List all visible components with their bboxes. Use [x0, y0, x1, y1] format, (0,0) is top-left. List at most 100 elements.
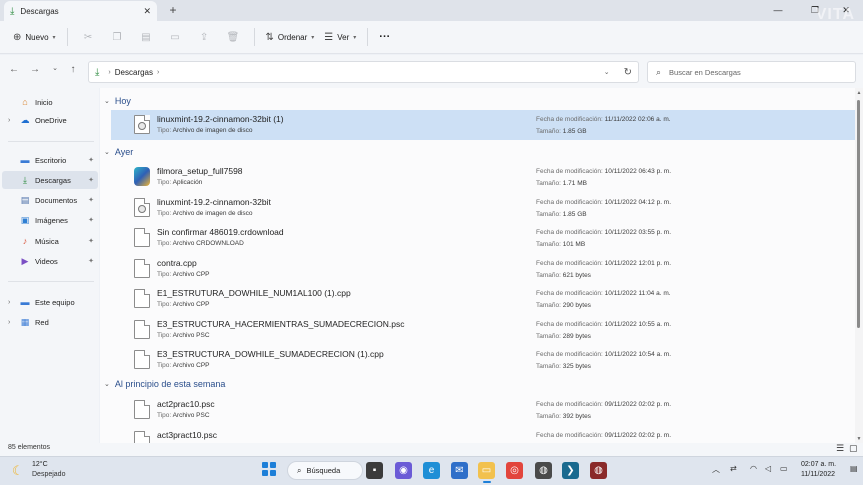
breadcrumb-descargas[interactable]: Descargas	[115, 68, 153, 77]
sidebar-item-label: Documentos	[35, 195, 78, 205]
share-icon[interactable]: ⇪	[190, 32, 219, 43]
moon-weather-icon[interactable]: ☾	[12, 463, 24, 479]
terminal-icon[interactable]: ❯	[562, 462, 579, 479]
group-label: Hoy	[114, 96, 131, 106]
chevron-right-icon[interactable]: ›	[8, 299, 18, 306]
group-header-semana[interactable]: ⌄ Al principio de esta semana	[104, 379, 225, 389]
file-name: linuxmint-19.2-cinnamon-32bit (1)	[157, 114, 284, 124]
file-name: act2prac10.psc	[157, 399, 215, 409]
sidebar-item-descargas[interactable]: ⤓ Descargas ✦	[2, 171, 98, 189]
sidebar-item-label: Videos	[35, 256, 58, 266]
sidebar-item-musica[interactable]: ♪ Música ✦	[2, 232, 98, 250]
notification-icon[interactable]: ▤	[850, 464, 858, 473]
file-row[interactable]: contra.cpp Tipo: Archivo CPP Fecha de mo…	[111, 254, 855, 284]
weather-description[interactable]: Despejado	[32, 471, 65, 478]
chevron-right-icon[interactable]: ›	[8, 319, 18, 326]
mail-icon[interactable]: ✉	[451, 462, 468, 479]
file-name: Sin confirmar 486019.crdownload	[157, 227, 284, 237]
pin-icon: ✦	[88, 258, 94, 265]
file-row[interactable]: E3_ESTRUCTURA_DOWHILE_SUMADECRECION (1).…	[111, 345, 855, 375]
chevron-right-icon[interactable]: ›	[8, 117, 18, 124]
chevron-up-icon[interactable]: ︿	[712, 464, 720, 475]
new-tab-button[interactable]: +	[165, 2, 181, 18]
sidebar-item-este-equipo[interactable]: › ▬ Este equipo	[2, 293, 98, 311]
sidebar-item-inicio[interactable]: ⌂ Inicio	[2, 93, 98, 111]
chat-icon[interactable]: ◉	[395, 462, 412, 479]
file-row[interactable]: act2prac10.psc Tipo: Archivo PSC Fecha d…	[111, 395, 855, 425]
file-row[interactable]: filmora_setup_full7598 Tipo: Aplicación …	[111, 162, 855, 192]
file-date: Fecha de modificación: 10/11/2022 03:55 …	[536, 229, 672, 236]
file-row[interactable]: act3pract10.psc Fecha de modificación: 0…	[111, 426, 855, 443]
cut-icon[interactable]: ✂	[74, 32, 103, 43]
file-size: Tamaño: 1.85 GB	[536, 211, 587, 218]
task-view-icon[interactable]: ▪	[366, 462, 383, 479]
rename-icon[interactable]: ▭	[161, 32, 190, 43]
edge-browser-icon[interactable]: e	[423, 462, 440, 479]
network-tray-icon[interactable]: ⇄	[730, 464, 737, 473]
paste-icon[interactable]: ▤	[132, 32, 161, 43]
recent-chevron-icon[interactable]: ⌄	[46, 64, 64, 80]
chevron-down-icon[interactable]: ⌄	[604, 68, 610, 76]
file-date: Fecha de modificación: 09/11/2022 02:02 …	[536, 401, 672, 408]
tab-close-icon[interactable]: ✕	[143, 6, 151, 17]
computer-icon: ▬	[20, 297, 30, 307]
file-row[interactable]: linuxmint-19.2-cinnamon-32bit (1) Tipo: …	[111, 110, 855, 140]
more-options-button[interactable]: ···	[374, 26, 395, 48]
file-name: E1_ESTRUTURA_DOWHILE_NUM1AL100 (1).cpp	[157, 288, 351, 298]
up-arrow-icon[interactable]: ↑	[64, 64, 82, 80]
wifi-icon[interactable]: ◠	[750, 464, 757, 473]
app-icon[interactable]: ◍	[535, 462, 552, 479]
tab-descargas[interactable]: ⤓ Descargas ✕	[4, 1, 157, 21]
scroll-down-arrow-icon[interactable]: ▼	[855, 436, 863, 442]
clock-date[interactable]: 11/11/2022	[801, 471, 835, 478]
sort-label: Ordenar	[277, 32, 308, 42]
chevron-down-icon: ▾	[311, 34, 315, 41]
network-icon: ▦	[20, 316, 30, 327]
group-header-hoy[interactable]: ⌄ Hoy	[104, 96, 131, 106]
sidebar-item-documentos[interactable]: ▤ Documentos ✦	[2, 191, 98, 209]
file-row[interactable]: linuxmint-19.2-cinnamon-32bit Tipo: Arch…	[111, 193, 855, 223]
chevron-right-icon[interactable]: ›	[157, 69, 159, 76]
search-input[interactable]	[669, 67, 840, 77]
search-icon: ⌕	[297, 465, 302, 475]
sidebar-item-imagenes[interactable]: ▣ Imágenes ✦	[2, 211, 98, 229]
search-box[interactable]: ⌕	[647, 61, 856, 83]
forward-arrow-icon[interactable]: →	[26, 64, 44, 80]
app-icon[interactable]: ◍	[590, 462, 607, 479]
windows-start-icon[interactable]	[262, 462, 276, 476]
file-row[interactable]: E1_ESTRUTURA_DOWHILE_NUM1AL100 (1).cpp T…	[111, 284, 855, 314]
tiles-view-icon[interactable]: ▢	[849, 443, 858, 454]
item-count: 85 elementos	[8, 444, 51, 451]
scroll-up-arrow-icon[interactable]: ▲	[855, 90, 863, 96]
sort-button[interactable]: ⇅ Ordenar ▾	[261, 26, 320, 48]
file-row[interactable]: Sin confirmar 486019.crdownload Tipo: Ar…	[111, 223, 855, 253]
file-explorer-icon[interactable]: ▭	[478, 462, 495, 483]
address-bar[interactable]: ⤓ › Descargas › ⌄ ↻	[88, 61, 639, 83]
file-date: Fecha de modificación: 10/11/2022 11:04 …	[536, 290, 671, 297]
chrome-icon[interactable]: ◎	[506, 462, 523, 479]
delete-icon[interactable]: 🗑	[219, 32, 248, 43]
battery-icon[interactable]: ▭	[780, 464, 788, 473]
taskbar-search-button[interactable]: ⌕ Búsqueda	[287, 461, 363, 480]
speaker-icon[interactable]: ◁	[765, 464, 771, 473]
view-button[interactable]: ☰ Ver ▾	[319, 26, 361, 48]
sidebar-item-videos[interactable]: ▶ Videos ✦	[2, 252, 98, 270]
weather-temperature[interactable]: 12°C	[32, 461, 48, 468]
minimize-button[interactable]: —	[761, 0, 795, 21]
sidebar-item-onedrive[interactable]: › ☁ OneDrive	[2, 111, 98, 129]
details-view-icon[interactable]: ☰	[836, 443, 844, 454]
sidebar-item-label: Inicio	[35, 97, 53, 107]
new-button[interactable]: ⊕ Nuevo ▾	[8, 26, 61, 48]
copy-icon[interactable]: ❐	[103, 32, 132, 43]
file-date: Fecha de modificación: 10/11/2022 10:54 …	[536, 351, 672, 358]
chevron-down-icon: ⌄	[104, 149, 110, 156]
file-row[interactable]: E3_ESTRUCTURA_HACERMIENTRAS_SUMADECRECIO…	[111, 315, 855, 345]
file-icon	[134, 259, 150, 278]
sidebar-item-escritorio[interactable]: ▬ Escritorio ✦	[2, 151, 98, 169]
refresh-icon[interactable]: ↻	[624, 67, 632, 78]
scrollbar-thumb[interactable]	[857, 100, 860, 328]
back-arrow-icon[interactable]: ←	[5, 64, 23, 80]
group-header-ayer[interactable]: ⌄ Ayer	[104, 147, 133, 157]
sidebar-item-red[interactable]: › ▦ Red	[2, 313, 98, 331]
clock-time[interactable]: 02:07 a. m.	[801, 461, 836, 468]
